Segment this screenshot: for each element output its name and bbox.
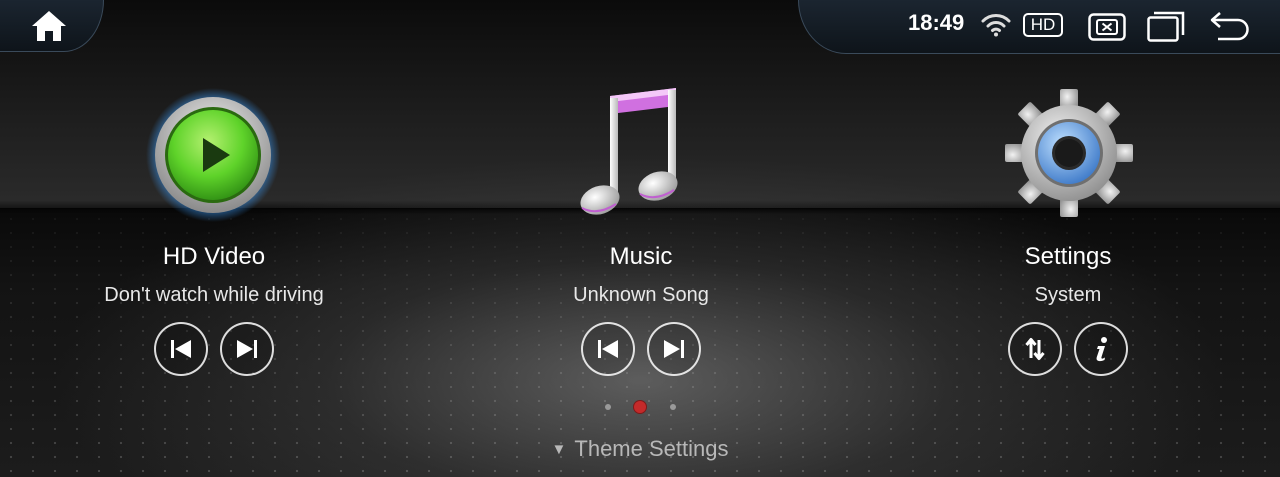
triangle-down-icon: ▼ [551, 441, 567, 458]
app-title: Music [609, 243, 673, 270]
settings-info-button[interactable] [1074, 322, 1128, 376]
video-controls [54, 322, 374, 376]
app-subtitle: Don't watch while driving [104, 284, 324, 306]
music-controls [481, 322, 801, 376]
recent-apps-icon [1147, 11, 1185, 42]
home-button[interactable] [0, 0, 104, 52]
video-previous-button[interactable] [154, 322, 208, 376]
hd-video-app-icon[interactable] [146, 88, 280, 222]
app-title: HD Video [162, 243, 266, 270]
video-next-button[interactable] [220, 322, 274, 376]
app-music: Music Unknown Song [481, 242, 801, 376]
wifi-icon [981, 14, 1011, 37]
next-icon [664, 340, 684, 358]
page-dot-3[interactable] [670, 404, 676, 410]
previous-icon [171, 340, 191, 358]
recent-apps-button[interactable] [1147, 10, 1185, 46]
app-settings: Settings System [908, 242, 1228, 376]
settings-sort-button[interactable] [1008, 322, 1062, 376]
music-previous-button[interactable] [581, 322, 635, 376]
theme-settings-label: Theme Settings [574, 436, 729, 461]
home-screen: 18:49 HD HD Video Don't watch while driv… [0, 0, 1280, 477]
home-icon [32, 10, 66, 41]
close-window-button[interactable] [1088, 13, 1126, 45]
next-icon [237, 340, 257, 358]
app-title: Settings [1024, 243, 1112, 270]
music-next-button[interactable] [647, 322, 701, 376]
back-button[interactable] [1210, 10, 1250, 46]
settings-controls [908, 322, 1228, 376]
hd-badge: HD [1023, 13, 1063, 37]
music-app-icon[interactable] [572, 84, 692, 218]
app-subtitle: Unknown Song [573, 284, 709, 306]
app-hd-video: HD Video Don't watch while driving [54, 242, 374, 376]
back-icon [1210, 12, 1249, 41]
theme-settings-button[interactable]: ▼ Theme Settings [0, 436, 1280, 462]
gear-icon [1005, 89, 1133, 217]
music-note-icon [580, 88, 678, 215]
clock: 18:49 [908, 10, 965, 35]
app-subtitle: System [1034, 284, 1102, 306]
previous-icon [598, 340, 618, 358]
sort-icon [1025, 338, 1045, 360]
info-icon [1096, 337, 1107, 362]
close-window-icon [1088, 13, 1126, 41]
play-icon [146, 88, 280, 222]
settings-app-icon[interactable] [1002, 86, 1136, 220]
page-dot-2-active[interactable] [634, 401, 646, 413]
page-dot-1[interactable] [605, 404, 611, 410]
